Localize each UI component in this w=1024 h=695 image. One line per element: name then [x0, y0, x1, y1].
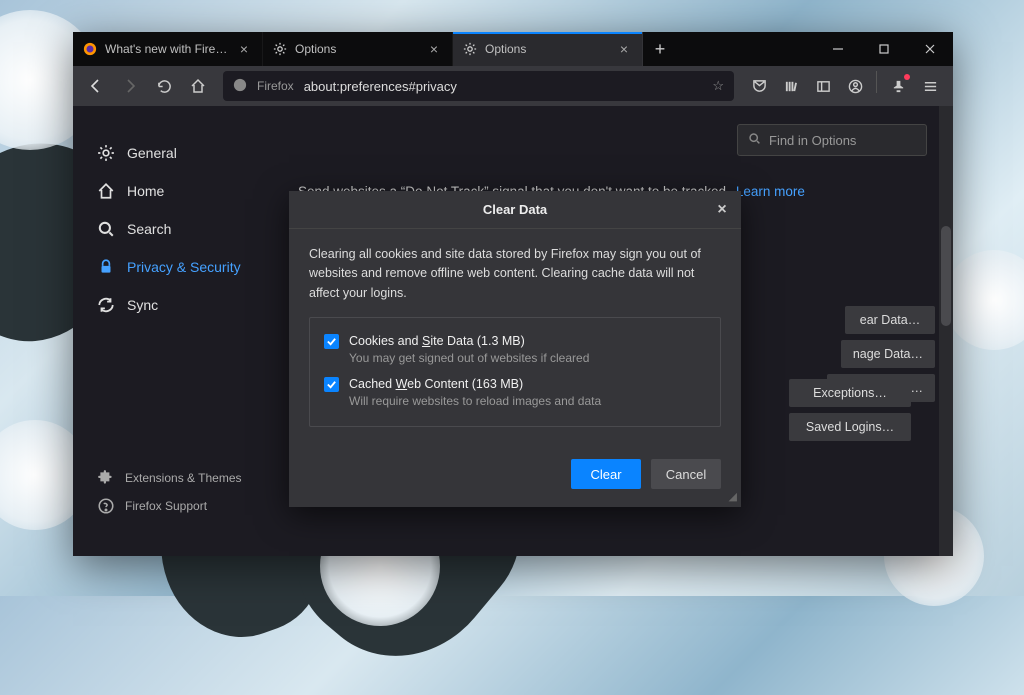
exceptions-button[interactable]: Exceptions…: [789, 379, 911, 407]
firefox-window: What's new with Firefox × Options × Opti…: [73, 32, 953, 556]
firefox-identity-icon: [233, 78, 247, 95]
support-link[interactable]: Firefox Support: [97, 492, 268, 520]
find-placeholder: Find in Options: [769, 133, 856, 148]
manage-data-button[interactable]: nage Data…: [841, 340, 935, 368]
search-icon: [748, 132, 761, 148]
gear-icon: [273, 42, 287, 56]
option-sublabel: You may get signed out of websites if cl…: [349, 351, 589, 365]
dialog-title-bar: Clear Data ×: [289, 191, 741, 229]
whatsnew-icon[interactable]: [883, 71, 913, 101]
search-icon: [97, 220, 115, 238]
gear-icon: [97, 144, 115, 162]
sidebar-item-label: Firefox Support: [125, 499, 207, 513]
dialog-options: Cookies and Site Data (1.3 MB) You may g…: [309, 317, 721, 427]
sidebar-item-home[interactable]: Home: [97, 172, 268, 210]
cancel-button[interactable]: Cancel: [651, 459, 721, 489]
lock-icon: [97, 258, 115, 276]
resize-grip-icon[interactable]: ◢: [729, 490, 737, 503]
sidebar-item-label: Extensions & Themes: [125, 471, 242, 485]
close-icon[interactable]: ×: [711, 199, 733, 221]
dialog-description: Clearing all cookies and site data store…: [309, 245, 721, 303]
account-icon[interactable]: [840, 71, 870, 101]
reload-button[interactable]: [149, 71, 179, 101]
home-button[interactable]: [183, 71, 213, 101]
sidebar-item-label: General: [127, 145, 177, 161]
tab-label: What's new with Firefox: [105, 42, 228, 56]
sidebar-item-sync[interactable]: Sync: [97, 286, 268, 324]
gear-icon: [463, 42, 477, 56]
extensions-link[interactable]: Extensions & Themes: [97, 464, 268, 492]
clear-button[interactable]: Clear: [571, 459, 641, 489]
tab-options-1[interactable]: Options ×: [263, 32, 453, 66]
toolbar: Firefox about:preferences#privacy ☆: [73, 66, 953, 106]
checkbox-checked[interactable]: [324, 334, 339, 349]
new-tab-button[interactable]: +: [643, 32, 677, 66]
cache-option: Cached Web Content (163 MB) Will require…: [324, 371, 706, 414]
clear-data-dialog: Clear Data × Clearing all cookies and si…: [289, 191, 741, 507]
tab-label: Options: [485, 42, 608, 56]
tab-options-2[interactable]: Options ×: [453, 32, 643, 66]
option-label: Cached Web Content (163 MB): [349, 377, 601, 391]
clear-data-button[interactable]: ear Data…: [845, 306, 935, 334]
library-icon[interactable]: [776, 71, 806, 101]
minimize-button[interactable]: [815, 32, 861, 66]
cookies-option: Cookies and Site Data (1.3 MB) You may g…: [324, 328, 706, 371]
option-sublabel: Will require websites to reload images a…: [349, 394, 601, 408]
identity-label: Firefox: [257, 79, 294, 93]
sidebar-icon[interactable]: [808, 71, 838, 101]
sidebar-item-general[interactable]: General: [97, 134, 268, 172]
sidebar-item-label: Sync: [127, 297, 158, 313]
maximize-button[interactable]: [861, 32, 907, 66]
learn-more-link[interactable]: Learn more: [736, 184, 805, 199]
url-text: about:preferences#privacy: [304, 79, 703, 94]
find-in-options[interactable]: Find in Options: [737, 124, 927, 156]
close-icon[interactable]: ×: [616, 39, 632, 59]
close-window-button[interactable]: [907, 32, 953, 66]
sidebar-item-privacy[interactable]: Privacy & Security: [97, 248, 268, 286]
bookmark-star-icon[interactable]: ☆: [712, 78, 724, 94]
firefox-icon: [83, 42, 97, 56]
dialog-title: Clear Data: [483, 202, 547, 217]
saved-logins-button[interactable]: Saved Logins…: [789, 413, 911, 441]
sidebar-item-search[interactable]: Search: [97, 210, 268, 248]
content-area: General Home Search Privacy & Security S…: [73, 106, 953, 556]
option-label: Cookies and Site Data (1.3 MB): [349, 334, 589, 348]
back-button[interactable]: [81, 71, 111, 101]
preferences-sidebar: General Home Search Privacy & Security S…: [73, 106, 268, 556]
home-icon: [97, 182, 115, 200]
close-icon[interactable]: ×: [236, 39, 252, 59]
tab-whatsnew[interactable]: What's new with Firefox ×: [73, 32, 263, 66]
pocket-icon[interactable]: [744, 71, 774, 101]
close-icon[interactable]: ×: [426, 39, 442, 59]
menu-icon[interactable]: [915, 71, 945, 101]
sidebar-item-label: Privacy & Security: [127, 259, 241, 275]
tab-label: Options: [295, 42, 418, 56]
sync-icon: [97, 296, 115, 314]
tab-strip: What's new with Firefox × Options × Opti…: [73, 32, 953, 66]
url-bar[interactable]: Firefox about:preferences#privacy ☆: [223, 71, 734, 101]
help-icon: [97, 497, 115, 515]
forward-button[interactable]: [115, 71, 145, 101]
checkbox-checked[interactable]: [324, 377, 339, 392]
sidebar-item-label: Home: [127, 183, 164, 199]
puzzle-icon: [97, 469, 115, 487]
sidebar-item-label: Search: [127, 221, 171, 237]
